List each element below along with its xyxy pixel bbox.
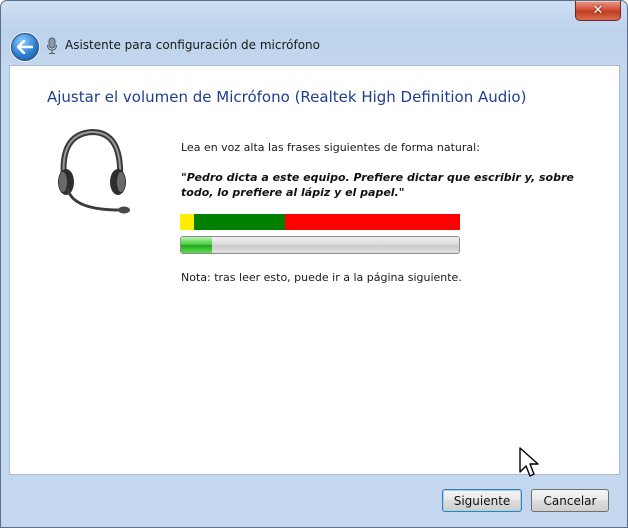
page-heading: Ajustar el volumen de Micrófono (Realtek… <box>47 88 527 106</box>
window-title: Asistente para configuración de micrófon… <box>65 38 320 52</box>
input-level-fill <box>181 237 212 253</box>
note-text: Nota: tras leer esto, puede ir a la pági… <box>181 271 462 284</box>
mouse-pointer-icon <box>519 447 539 477</box>
back-arrow-icon <box>17 40 33 54</box>
cancel-button[interactable]: Cancelar <box>531 489 609 512</box>
reading-phrase: "Pedro dicta a este equipo. Prefiere dic… <box>181 171 574 199</box>
headset-icon <box>58 128 130 214</box>
meter-segment-high <box>285 214 460 230</box>
close-icon: ✕ <box>592 3 604 18</box>
input-level-bar <box>180 236 460 254</box>
next-button[interactable]: Siguiente <box>442 489 522 512</box>
meter-segment-good <box>194 214 285 230</box>
content-panel: Ajustar el volumen de Micrófono (Realtek… <box>9 65 620 477</box>
microphone-icon <box>47 37 57 54</box>
wizard-window: ✕ Asistente para configuración de micróf… <box>0 0 628 528</box>
meter-segment-low <box>180 214 194 230</box>
volume-level-meter <box>180 214 460 230</box>
close-button[interactable]: ✕ <box>575 1 621 21</box>
back-button[interactable] <box>11 33 39 61</box>
instruction-text: Lea en voz alta las frases siguientes de… <box>181 141 480 154</box>
